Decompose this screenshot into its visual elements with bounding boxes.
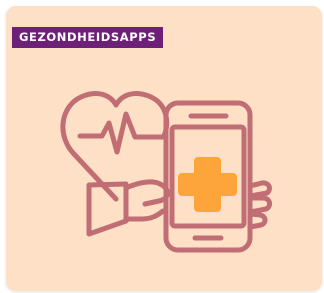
hand-fingers	[247, 180, 273, 230]
health-app-phone-heart-icon	[60, 91, 273, 253]
hand-thumb	[123, 179, 170, 207]
heartbeat-line	[77, 111, 167, 155]
hand-palm	[123, 208, 166, 222]
health-apps-card[interactable]: GEZONDHEIDSAPPS	[6, 6, 322, 291]
medical-cross-icon	[178, 157, 237, 212]
